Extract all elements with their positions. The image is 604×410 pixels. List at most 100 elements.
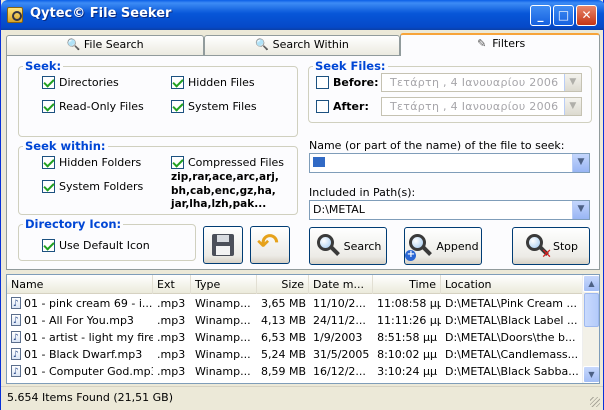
system-files-checkbox[interactable]: System Files [171,100,257,113]
status-bar: 5.654 Items Found (21,51 GB) [1,386,603,410]
before-checkbox[interactable]: Before: [316,76,378,89]
audio-file-icon [11,313,21,329]
scroll-down-icon[interactable]: ▼ [583,366,599,383]
resize-grip-icon[interactable] [590,397,600,407]
hidden-files-checkbox[interactable]: Hidden Files [171,76,255,89]
stop-button-label: Stop [552,239,578,253]
title-bar[interactable]: Qytec© File Seeker _ □ ✕ [1,0,604,30]
column-header-time[interactable]: Time [373,275,441,294]
use-default-icon-checkbox[interactable]: Use Default Icon [42,239,150,252]
hidden-folders-checkbox[interactable]: Hidden Folders [42,156,141,169]
checkbox-label: Use Default Icon [59,239,150,252]
cell-time: 11:11:26 μμ [377,314,441,327]
cell-text: 01 - artist - light my fire.... [24,331,153,344]
filters-panel: Seek: Directories Hidden Files Read-Only… [6,55,600,270]
chevron-down-icon[interactable]: ▼ [564,74,581,91]
cell-size: 8,59 MB [261,365,307,378]
compressed-files-checkbox[interactable]: Compressed Files [171,156,284,169]
cell-location: D:\METAL\Doors\the b... [445,331,576,344]
search-button-label: Search [343,239,382,253]
checkbox-box [42,180,55,193]
name-combobox[interactable]: ▼ [309,153,590,173]
chevron-down-icon[interactable]: ▼ [572,201,589,219]
table-row[interactable]: 01 - Black Dwarf.mp3 .mp3 Winamp... 5,24… [7,346,583,363]
column-header-type[interactable]: Type [191,275,257,294]
cell-type: Winamp... [195,365,251,378]
extensions-line: bh,cab,enc,gz,ha, [171,184,276,197]
scroll-up-icon[interactable]: ▲ [583,275,599,292]
cell-ext: .mp3 [157,297,186,310]
checkbox-label: Read-Only Files [59,100,144,113]
seek-within-legend: Seek within: [25,139,106,153]
seek-group: Seek: [18,59,298,137]
cell-ext: .mp3 [157,348,186,361]
save-button[interactable] [203,226,243,264]
before-date-picker[interactable]: Τετάρτη , 4 Ιανουαρίου 2006 ▼ [381,73,582,92]
window-title: Qytec© File Seeker [30,6,172,21]
table-row[interactable]: 01 - artist - light my fire.... .mp3 Win… [7,329,583,346]
cell-size: 6,53 MB [261,331,307,344]
cell-size: 3,65 MB [261,297,307,310]
cell-date: 24/11/2... [313,314,366,327]
chevron-down-icon[interactable]: ▼ [572,154,589,172]
checkbox-box [42,156,55,169]
checkbox-box [316,76,329,89]
path-combobox[interactable]: D:\METAL ▼ [309,200,590,220]
cell-name: 01 - All For You.mp3 [7,312,153,329]
chevron-down-icon[interactable]: ▼ [564,98,581,115]
cell-name: 01 - Computer God.mp3 [7,363,153,380]
compressed-extensions-list: zip,rar,ace,arc,arj, bh,cab,enc,gz,ha, j… [171,171,279,212]
append-button-label: Append [436,239,479,253]
cell-name: 01 - Black Dwarf.mp3 [7,346,153,363]
cell-text: 01 - pink cream 69 - i... [24,297,153,310]
before-date-value: Τετάρτη , 4 Ιανουαρίου 2006 [390,76,559,89]
tab-search-within[interactable]: 🔍 Search Within [204,35,400,55]
column-header-name[interactable]: Name [7,275,153,294]
close-button[interactable]: ✕ [576,5,597,26]
column-header-size[interactable]: Size [257,275,309,294]
maximize-button[interactable]: □ [553,5,574,26]
vertical-scrollbar[interactable]: ▲ ▼ [582,275,599,383]
path-field-label: Included in Path(s): [309,186,416,199]
stop-button[interactable]: ✕ Stop [512,227,590,265]
column-header-ext[interactable]: Ext [153,275,191,294]
cell-type: Winamp... [195,297,251,310]
cell-type: Winamp... [195,348,251,361]
cell-size: 4,13 MB [261,314,307,327]
tab-file-search[interactable]: 🔍 File Search [6,35,204,55]
table-row[interactable]: 01 - pink cream 69 - i... .mp3 Winamp...… [7,295,583,312]
undo-button[interactable]: ↶ [250,226,290,264]
cell-type: Winamp... [195,331,251,344]
minimize-button[interactable]: _ [530,5,551,26]
search-button[interactable]: Search [309,227,387,265]
checkbox-box [171,156,184,169]
cell-date: 1/9/2003 [313,331,363,344]
audio-file-icon [11,296,21,312]
tab-label: File Search [83,38,144,51]
scrollbar-thumb[interactable] [584,293,599,327]
status-text: 5.654 Items Found (21,51 GB) [7,391,173,404]
column-header-date[interactable]: Date m... [309,275,373,294]
append-button[interactable]: + Append [404,227,482,265]
seek-legend: Seek: [25,59,62,73]
cell-ext: .mp3 [157,314,186,327]
table-row[interactable]: 01 - All For You.mp3 .mp3 Winamp... 4,13… [7,312,583,329]
system-folders-checkbox[interactable]: System Folders [42,180,143,193]
after-date-picker[interactable]: Τετάρτη , 4 Ιανουαρίου 2006 ▼ [381,97,582,116]
cell-name: 01 - artist - light my fire.... [7,329,153,346]
results-list[interactable]: Name Ext Type Size Date m... Time Locati… [6,274,600,384]
cell-location: D:\METAL\Candlemass... [445,348,579,361]
tab-filters[interactable]: ✎ Filters [400,33,600,56]
cell-time: 8:10:02 μμ [377,348,437,361]
cell-date: 31/5/2005 [313,348,370,361]
read-only-files-checkbox[interactable]: Read-Only Files [42,100,144,113]
table-row[interactable]: 01 - Computer God.mp3 .mp3 Winamp... 8,5… [7,363,583,380]
checkbox-label: After: [333,100,369,113]
cell-size: 5,24 MB [261,348,307,361]
cell-location: D:\METAL\Pink Cream ... [445,297,578,310]
close-icon: ✕ [581,8,592,22]
name-field-label: Name (or part of the name) of the file t… [309,139,565,152]
column-header-location[interactable]: Location [441,275,583,294]
directories-checkbox[interactable]: Directories [42,76,119,89]
after-checkbox[interactable]: After: [316,100,369,113]
